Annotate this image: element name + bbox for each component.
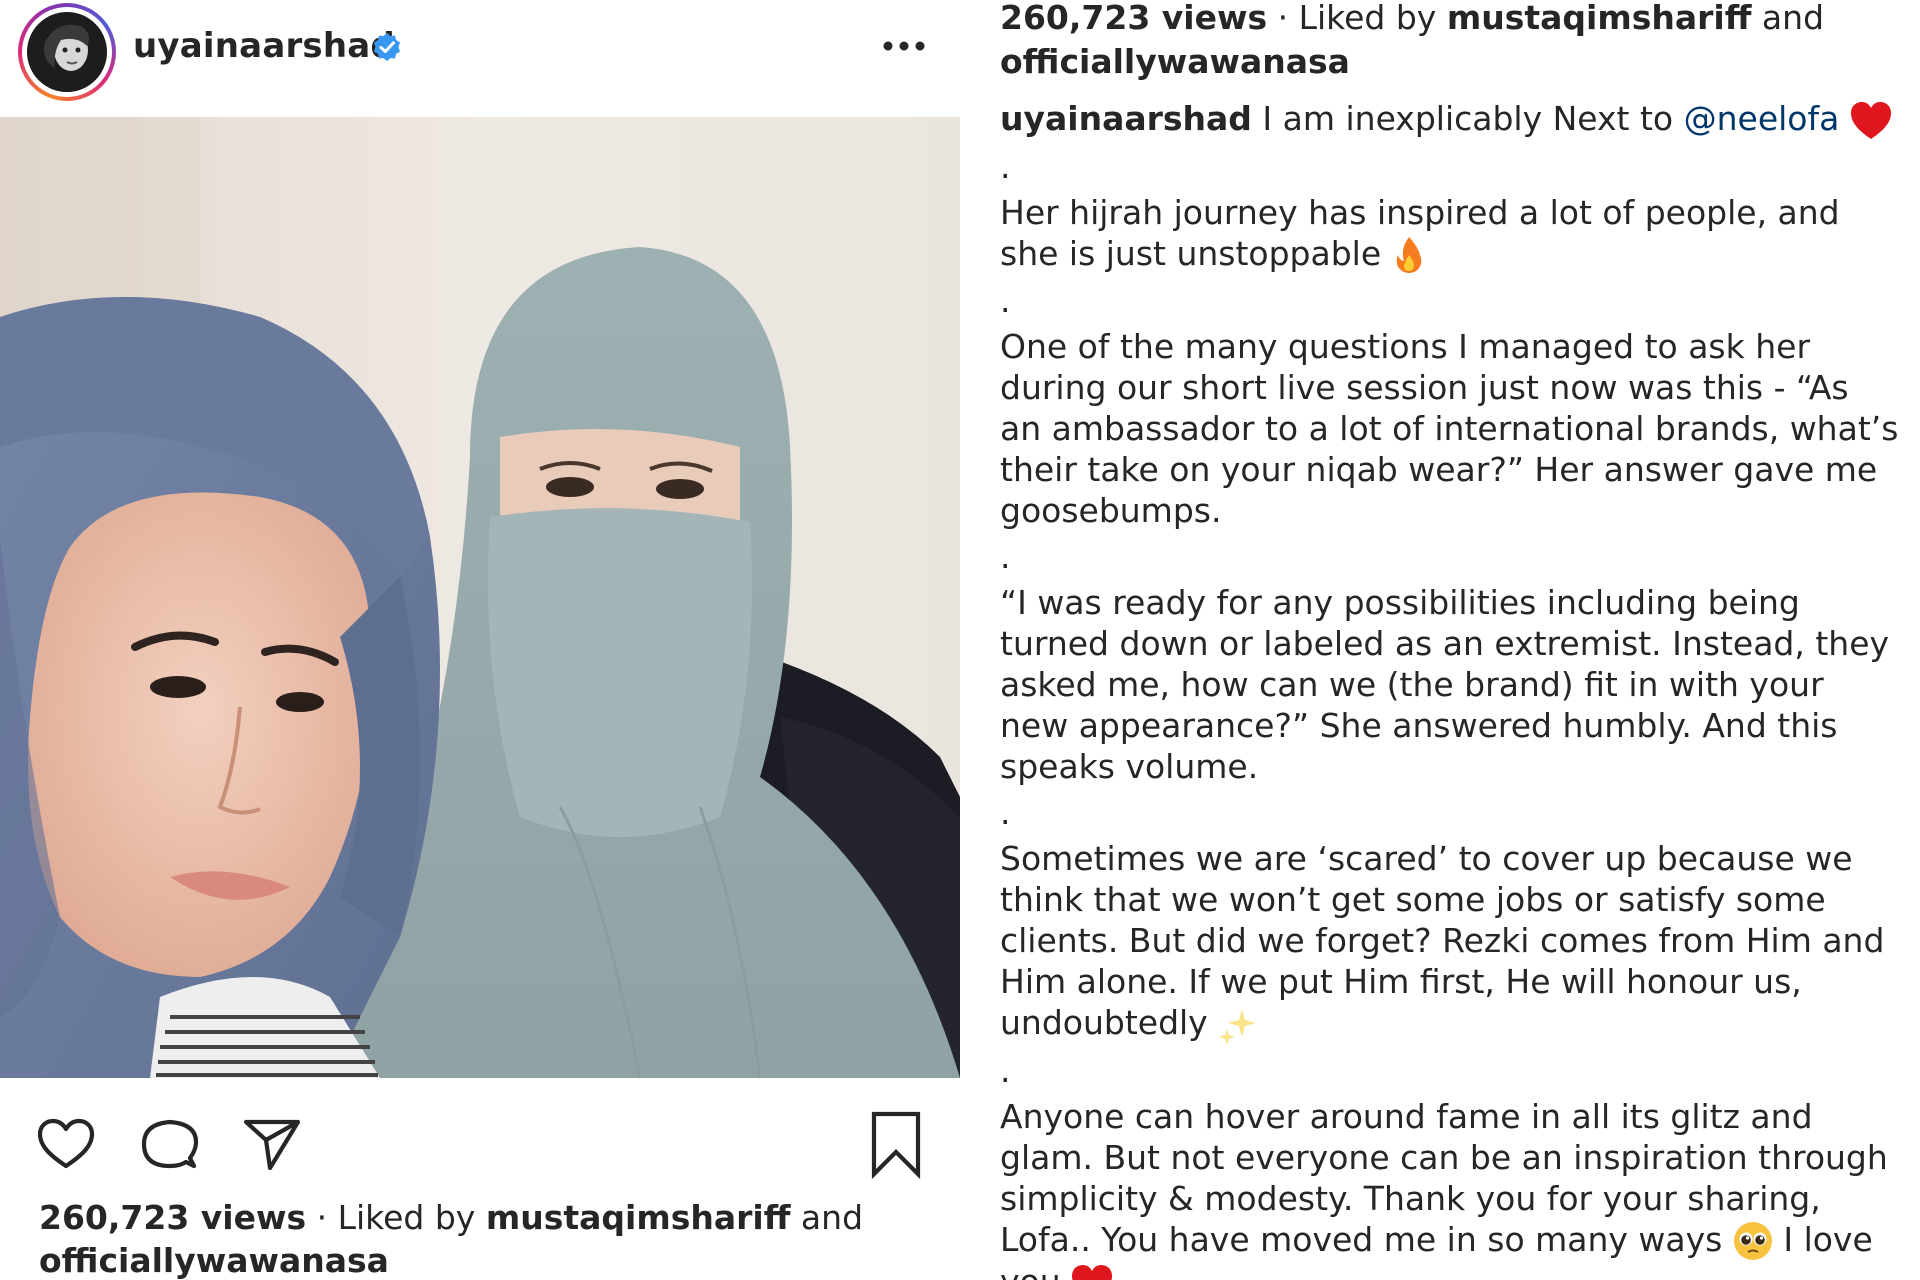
caption-dot: . [1000,793,1011,832]
liked-by-prefix: Liked by [337,1198,486,1237]
caption-separator: · [1267,0,1299,37]
caption-paragraph-4: Sometimes we are ‘scared’ to cover up be… [1000,838,1900,1045]
caption-views-liked-line: 260,723 views · Liked by mustaqimshariff… [1000,0,1900,40]
caption-paragraph-2: One of the many questions I managed to a… [1000,327,1899,530]
sparkles-emoji-icon [1219,1008,1257,1045]
bookmark-icon[interactable] [864,1108,928,1180]
instagram-post-screenshot: uyainaarshad 260,723 views · Liked by mu… [0,0,1920,1280]
caption-intro: uyainaarshad I am inexplicably Next to @… [1000,98,1900,141]
fire-emoji-icon [1396,237,1421,273]
liked-by-suffix: and [790,1198,864,1237]
post-header: uyainaarshad [0,0,960,116]
avatar[interactable] [18,3,116,101]
comment-bubble-icon[interactable] [138,1112,202,1176]
caption-views-count[interactable]: 260,723 views [1000,0,1267,37]
caption-paragraph-4-text: Sometimes we are ‘scared’ to cover up be… [1000,839,1885,1042]
caption-paragraph-3: “I was ready for any possibilities inclu… [1000,583,1890,786]
caption-panel: 260,723 views · Liked by mustaqimshariff… [960,0,1920,1280]
caption-intro-text: I am inexplicably Next to [1251,99,1684,138]
verified-badge-icon [374,33,400,61]
post-photo[interactable] [0,117,960,1078]
pleading-face-emoji-icon [1733,1222,1772,1260]
caption-liked-by-prefix: Liked by [1298,0,1447,37]
caption-liked-by-suffix: and [1751,0,1825,37]
post-photo-illustration [0,117,960,1078]
caption-liked-by-user[interactable]: mustaqimshariff [1447,0,1752,37]
caption-author[interactable]: uyainaarshad [1000,99,1252,138]
red-heart-emoji-icon [1072,1264,1113,1280]
post-actions-bar [0,1100,960,1180]
more-dots-icon[interactable] [882,40,926,52]
views-liked-line: 260,723 views · Liked by mustaqimshariff… [39,1198,939,1237]
caption-dot: . [1000,1050,1011,1090]
avatar-image [27,12,107,92]
paper-plane-icon[interactable] [240,1112,304,1176]
caption-paragraph-1: Her hijrah journey has inspired a lot of… [1000,192,1900,276]
post-username[interactable]: uyainaarshad [133,26,395,66]
caption-dot: . [1000,146,1011,186]
liked-by-user[interactable]: mustaqimshariff [486,1198,791,1237]
views-count[interactable]: 260,723 views [39,1198,306,1237]
separator: · [306,1198,338,1237]
caption-dot: . [1000,537,1011,576]
post-panel: uyainaarshad 260,723 views · Liked by mu… [0,0,960,1280]
liked-by-second-user[interactable]: officiallywawanasa [39,1241,389,1280]
caption-liked-by-second-user[interactable]: officiallywawanasa [1000,40,1350,84]
heart-icon[interactable] [34,1112,98,1176]
post-caption: uyainaarshad I am inexplicably Next to @… [1000,98,1900,1280]
caption-paragraph-5: Anyone can hover around fame in all its … [1000,1096,1900,1280]
red-heart-emoji-icon [1850,101,1891,139]
caption-dot: . [1000,281,1011,320]
caption-mention[interactable]: @neelofa [1684,99,1840,138]
